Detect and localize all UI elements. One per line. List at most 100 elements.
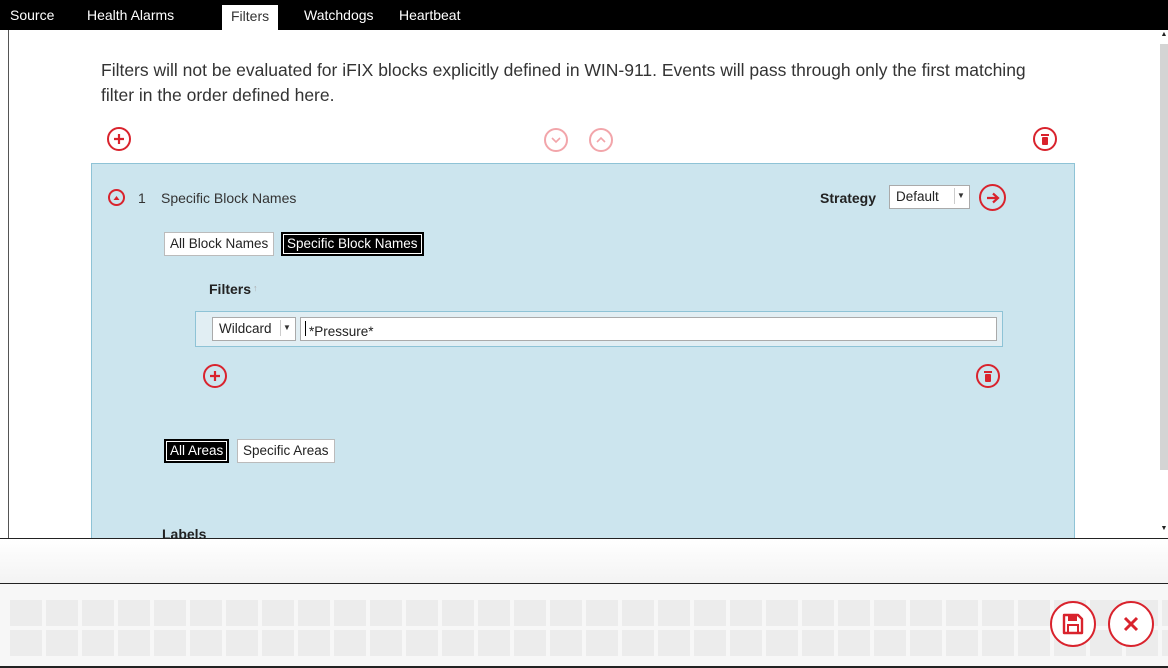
tab-watchdogs[interactable]: Watchdogs xyxy=(304,0,374,30)
background-tile xyxy=(406,630,438,656)
all-block-names-option[interactable]: All Block Names xyxy=(164,232,275,256)
background-tile xyxy=(1162,630,1168,656)
background-tile xyxy=(1018,600,1050,626)
tab-filters[interactable]: Filters xyxy=(222,5,279,30)
background-tile xyxy=(730,630,762,656)
background-tile xyxy=(442,600,474,626)
background-tile xyxy=(370,600,402,626)
background-tile xyxy=(910,630,942,656)
background-tile xyxy=(1162,600,1168,626)
background-tile xyxy=(802,600,834,626)
background-tile xyxy=(802,630,834,656)
background-tile xyxy=(658,600,690,626)
background-tile xyxy=(946,600,978,626)
match-type-value: Wildcard xyxy=(219,321,272,336)
background-tile xyxy=(622,600,654,626)
background-tile xyxy=(550,630,582,656)
scrollbar-thumb[interactable] xyxy=(1160,44,1168,470)
background-tile xyxy=(946,630,978,656)
save-button[interactable] xyxy=(1050,601,1096,647)
background-tile xyxy=(586,630,618,656)
background-tile xyxy=(766,630,798,656)
delete-filter-button[interactable] xyxy=(1033,127,1057,151)
tab-source[interactable]: Source xyxy=(10,0,54,30)
background-tile xyxy=(226,630,258,656)
strategy-label: Strategy xyxy=(820,190,877,206)
background-tile xyxy=(226,600,258,626)
filter-rule-row: Wildcard ▼ *Pressure* xyxy=(195,311,1003,347)
background-tile xyxy=(586,600,618,626)
close-icon xyxy=(1123,616,1139,632)
strategy-select[interactable]: Default ▼ xyxy=(889,185,970,209)
background-tile xyxy=(838,630,870,656)
move-up-button[interactable] xyxy=(589,128,613,152)
delete-rule-button[interactable] xyxy=(976,364,1000,388)
background-tile xyxy=(1018,630,1050,656)
background-tile xyxy=(694,600,726,626)
background-tile xyxy=(262,630,294,656)
chevron-down-icon xyxy=(551,137,561,144)
go-button[interactable] xyxy=(979,184,1006,211)
dropdown-arrow-icon: ▼ xyxy=(954,188,967,204)
background-tile xyxy=(10,600,42,626)
specific-areas-option[interactable]: Specific Areas xyxy=(237,439,335,463)
background-tile xyxy=(190,630,222,656)
background-tile xyxy=(874,630,906,656)
background-tile xyxy=(550,600,582,626)
background-tile xyxy=(10,630,42,656)
background-tile xyxy=(46,600,78,626)
footer xyxy=(0,584,1168,668)
match-type-select[interactable]: Wildcard ▼ xyxy=(212,317,296,341)
background-tile xyxy=(442,630,474,656)
background-tile xyxy=(118,630,150,656)
trash-icon xyxy=(1041,133,1049,145)
pattern-input[interactable]: *Pressure* xyxy=(300,317,997,341)
footer-background-pattern xyxy=(10,600,1168,656)
filter-index: 1 xyxy=(138,190,146,206)
background-tile xyxy=(514,630,546,656)
filters-content: Filters will not be evaluated for iFIX b… xyxy=(8,30,1168,538)
dropdown-arrow-icon: ▼ xyxy=(280,320,293,336)
background-tile xyxy=(370,630,402,656)
add-rule-button[interactable] xyxy=(203,364,227,388)
background-tile xyxy=(838,600,870,626)
background-tile xyxy=(478,630,510,656)
arrow-right-icon xyxy=(986,192,1000,203)
background-tile xyxy=(982,600,1014,626)
all-areas-option[interactable]: All Areas xyxy=(164,439,230,463)
move-down-button[interactable] xyxy=(544,128,568,152)
background-tile xyxy=(46,630,78,656)
tab-health-alarms[interactable]: Health Alarms xyxy=(87,0,174,30)
cancel-button[interactable] xyxy=(1108,601,1154,647)
strategy-value: Default xyxy=(896,189,939,204)
background-tile xyxy=(82,600,114,626)
plus-circle-icon xyxy=(114,134,124,144)
vertical-scrollbar[interactable]: ▲ ▼ xyxy=(1159,30,1168,538)
scroll-down-icon[interactable]: ▼ xyxy=(1159,524,1168,534)
background-tile xyxy=(154,600,186,626)
labels-label: Labels xyxy=(162,526,207,538)
sort-indicator[interactable]: ↑ xyxy=(253,283,258,293)
background-tile xyxy=(694,630,726,656)
background-tile xyxy=(622,630,654,656)
specific-block-names-option[interactable]: Specific Block Names xyxy=(281,232,424,256)
background-tile xyxy=(406,600,438,626)
background-tile xyxy=(658,630,690,656)
add-filter-button[interactable] xyxy=(107,127,131,151)
background-tile xyxy=(766,600,798,626)
chevron-up-icon xyxy=(596,136,606,143)
background-tile xyxy=(478,600,510,626)
floppy-disk-icon xyxy=(1062,613,1084,635)
background-tile xyxy=(910,600,942,626)
background-tile xyxy=(334,600,366,626)
text-cursor xyxy=(305,321,306,336)
collapse-filter-button[interactable] xyxy=(108,189,125,206)
filters-label: Filters xyxy=(209,281,252,297)
background-tile xyxy=(982,630,1014,656)
background-tile xyxy=(874,600,906,626)
scroll-up-icon[interactable]: ▲ xyxy=(1159,30,1168,40)
background-tile xyxy=(334,630,366,656)
caret-up-icon xyxy=(113,195,120,200)
background-tile xyxy=(190,600,222,626)
tab-heartbeat[interactable]: Heartbeat xyxy=(399,0,460,30)
